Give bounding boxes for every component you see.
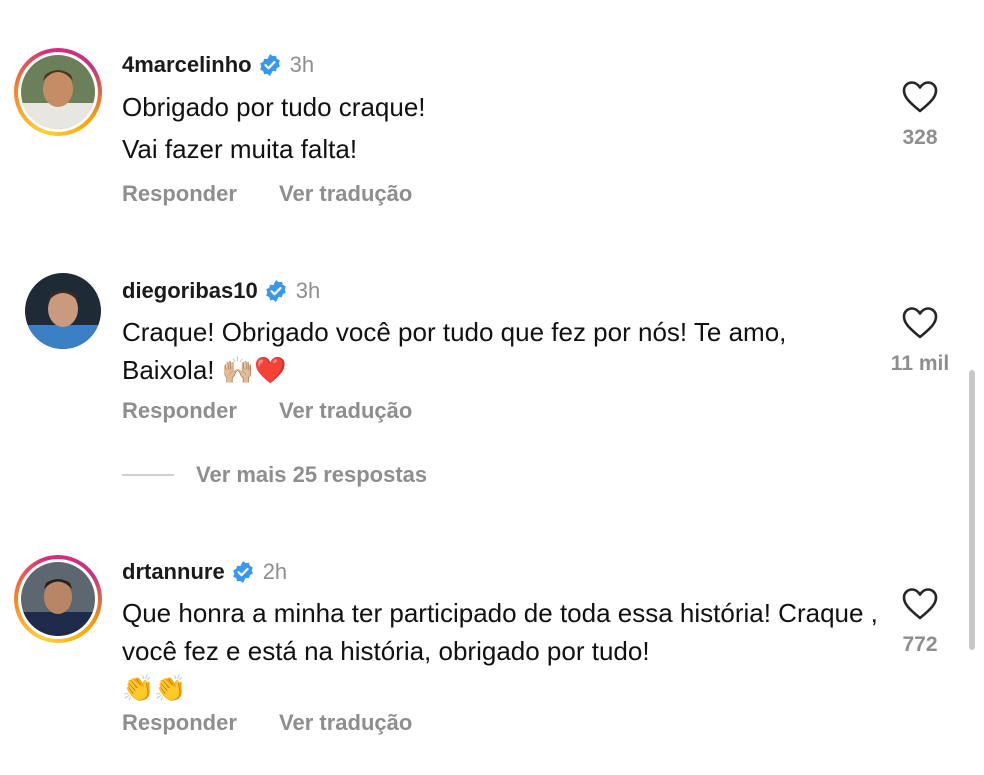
timestamp: 3h — [295, 278, 321, 303]
comment-text: Craque! Obrigado você por tudo que fez p… — [122, 317, 787, 385]
avatar-image — [25, 273, 101, 349]
view-more-label: Ver mais 25 respostas — [196, 462, 428, 487]
reply-button[interactable]: Responder — [122, 710, 237, 735]
comment-actions: Responder Ver tradução — [122, 398, 448, 424]
translate-button[interactable]: Ver tradução — [279, 181, 412, 206]
comment-line: Obrigado por tudo craque! — [122, 92, 426, 122]
view-more-replies[interactable]: Ver mais 25 respostas — [122, 462, 427, 488]
translate-button[interactable]: Ver tradução — [279, 398, 412, 423]
avatar[interactable] — [14, 48, 102, 136]
username[interactable]: diegoribas10 — [122, 278, 258, 304]
comment-body: Que honra a minha ter participado de tod… — [122, 598, 878, 666]
avatar-image — [21, 562, 95, 636]
reply-button[interactable]: Responder — [122, 398, 237, 423]
heart-icon[interactable] — [901, 587, 939, 621]
comment-text: Que honra a minha ter participado de tod… — [122, 594, 882, 708]
reply-button[interactable]: Responder — [122, 181, 237, 206]
scrollbar[interactable] — [969, 370, 975, 650]
avatar[interactable] — [14, 555, 102, 643]
avatar-image — [21, 55, 95, 129]
like-count: 328 — [902, 126, 938, 149]
like-count: 772 — [902, 633, 938, 656]
comment-header: drtannure 2h — [122, 559, 287, 585]
username[interactable]: 4marcelinho — [122, 52, 252, 78]
like-area: 11 mil — [870, 306, 970, 376]
translate-button[interactable]: Ver tradução — [279, 710, 412, 735]
timestamp: 3h — [289, 52, 315, 77]
comment-header: diegoribas10 3h — [122, 278, 320, 304]
emoji-line: 👏👏 — [122, 674, 187, 704]
comment-text: Obrigado por tudo craque! Vai fazer muit… — [122, 88, 882, 168]
heart-icon[interactable] — [901, 80, 939, 114]
verified-icon — [265, 280, 286, 302]
verified-icon — [259, 54, 280, 76]
divider-line — [122, 474, 174, 476]
comment-header: 4marcelinho 3h — [122, 52, 314, 78]
like-area: 328 — [870, 80, 970, 150]
comment-actions: Responder Ver tradução — [122, 181, 448, 207]
avatar[interactable] — [24, 272, 102, 350]
comment-line: Vai fazer muita falta! — [122, 134, 358, 164]
verified-icon — [232, 561, 253, 583]
like-area: 772 — [870, 587, 970, 657]
username[interactable]: drtannure — [122, 559, 225, 585]
comment-actions: Responder Ver tradução — [122, 710, 448, 736]
timestamp: 2h — [262, 559, 288, 584]
heart-icon[interactable] — [901, 306, 939, 340]
like-count: 11 mil — [890, 352, 950, 375]
